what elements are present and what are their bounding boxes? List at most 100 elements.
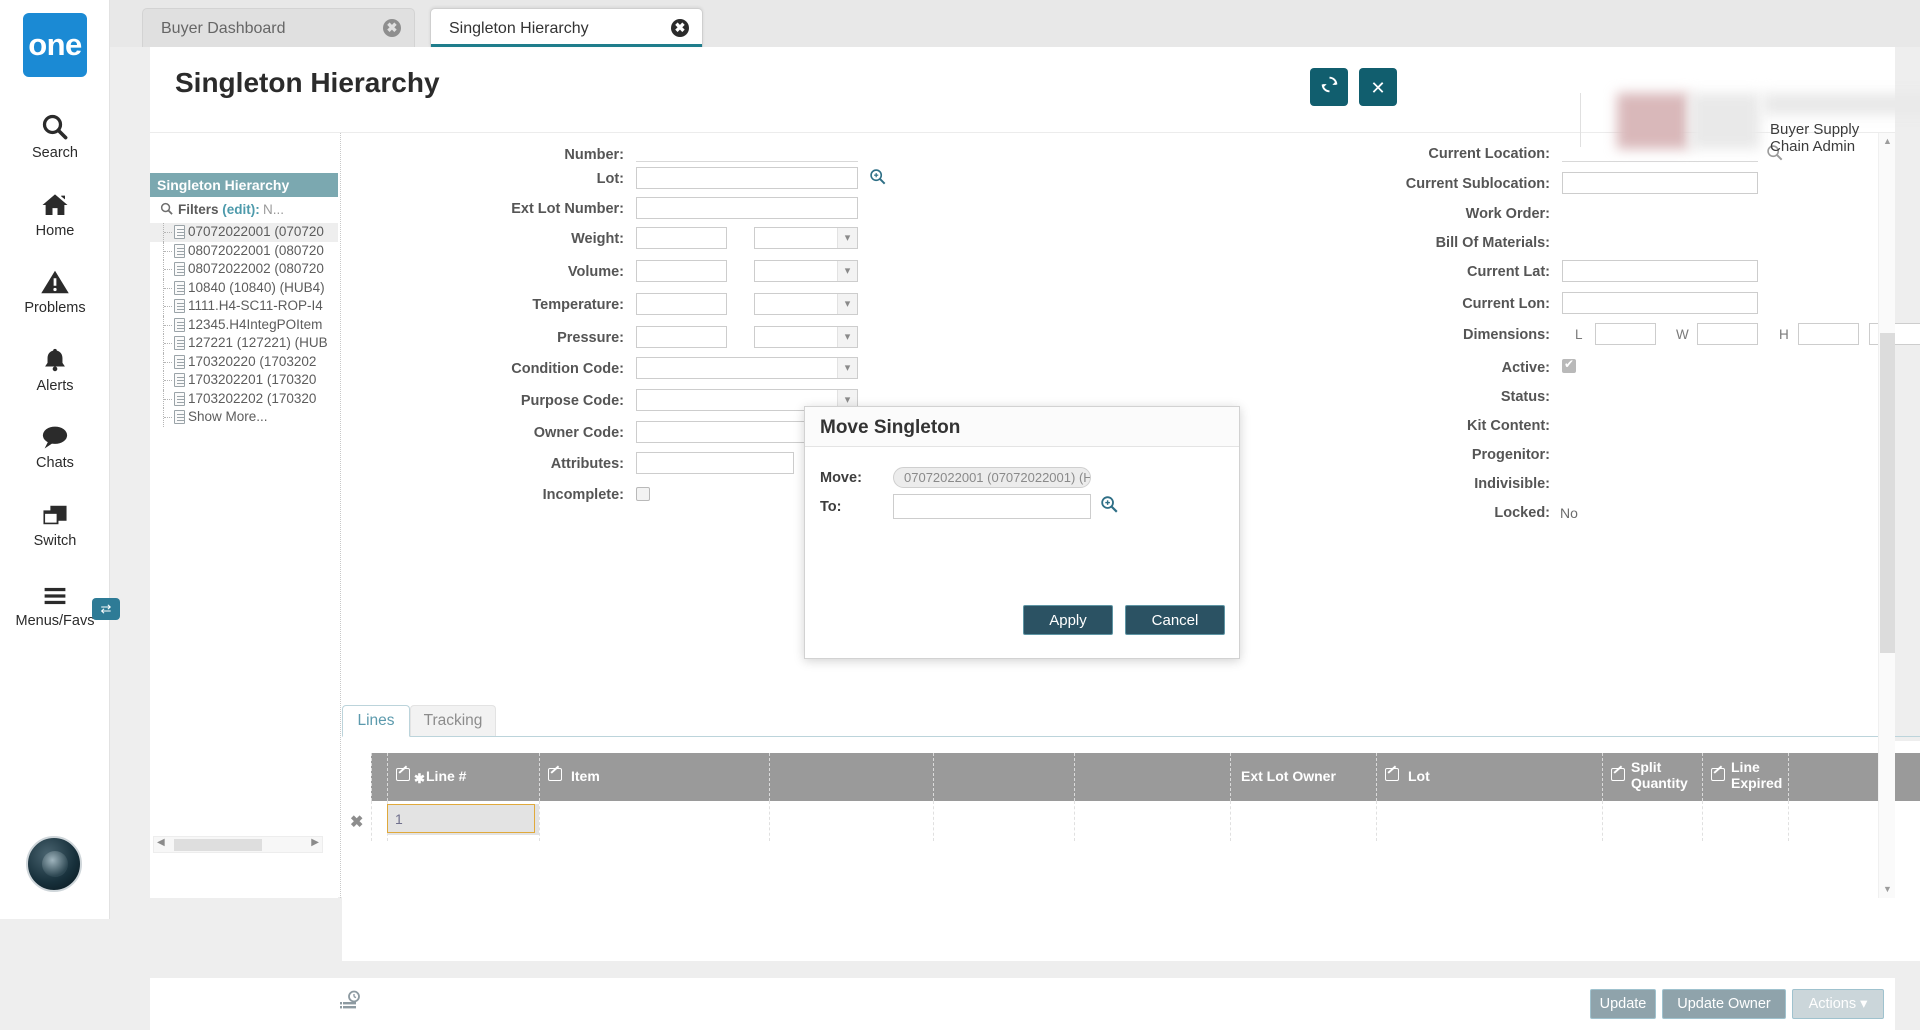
table-row[interactable]: ✖ bbox=[342, 801, 1920, 841]
field-label-current-lon: Current Lon: bbox=[1462, 296, 1550, 312]
rail-item-switch[interactable]: Switch bbox=[0, 498, 110, 549]
rail-item-home[interactable]: Home bbox=[0, 188, 110, 239]
field-label-current-lat: Current Lat: bbox=[1467, 264, 1550, 280]
field-weight-input[interactable] bbox=[636, 227, 727, 249]
field-condition-code-select[interactable] bbox=[636, 357, 858, 379]
filters-label: Filters (edit): bbox=[178, 202, 260, 217]
rail-label: Switch bbox=[33, 533, 77, 549]
tree-item-show-more[interactable]: Show More... bbox=[150, 408, 338, 427]
scrollbar-thumb[interactable] bbox=[174, 839, 262, 851]
tree-connector bbox=[163, 260, 174, 279]
field-lot-input[interactable] bbox=[636, 167, 858, 189]
cell-divider bbox=[1788, 801, 1789, 841]
field-dimension-height-input[interactable] bbox=[1798, 323, 1859, 345]
rail-item-search[interactable]: Search bbox=[0, 110, 110, 161]
field-incomplete-checkbox[interactable] bbox=[636, 487, 650, 501]
user-avatar[interactable] bbox=[26, 836, 82, 892]
tree-item[interactable]: 127221 (127221) (HUB bbox=[150, 334, 338, 353]
tree-item-label: 1111.H4-SC11-ROP-I4 bbox=[188, 298, 323, 313]
tree-connector bbox=[163, 408, 174, 427]
tree-item[interactable]: 170320220 (1703202 bbox=[150, 352, 338, 371]
grid-header-lot[interactable]: Lot bbox=[1376, 753, 1602, 801]
field-number[interactable] bbox=[636, 143, 858, 162]
field-temperature-unit-select[interactable] bbox=[754, 293, 858, 315]
tree-list[interactable]: 07072022001 (070720 08072022001 (080720 … bbox=[150, 223, 338, 833]
left-navigation-rail: one Search Home Problems Alerts Chats Sw… bbox=[0, 0, 120, 919]
tree-item[interactable]: 10840 (10840) (HUB4) bbox=[150, 278, 338, 297]
grid-header-split-quantity[interactable]: Split Quantity bbox=[1602, 753, 1702, 801]
field-dimension-length-input[interactable] bbox=[1595, 323, 1656, 345]
rail-item-chats[interactable]: Chats bbox=[0, 420, 110, 471]
grid-header-col-5[interactable] bbox=[1074, 753, 1230, 801]
delete-row-icon[interactable]: ✖ bbox=[350, 812, 363, 832]
content-vertical-scrollbar[interactable]: ▲ ▼ bbox=[1878, 133, 1895, 898]
field-active-checkbox[interactable] bbox=[1562, 357, 1576, 373]
scroll-left-icon[interactable]: ◀ bbox=[157, 837, 165, 848]
update-owner-button[interactable]: Update Owner bbox=[1662, 989, 1786, 1019]
rail-item-problems[interactable]: Problems bbox=[0, 265, 110, 316]
grid-header-ext-lot-owner[interactable]: Ext Lot Owner bbox=[1230, 753, 1376, 801]
field-ext-lot-number-input[interactable] bbox=[636, 197, 858, 219]
field-temperature-input[interactable] bbox=[636, 293, 727, 315]
cell-divider bbox=[1602, 801, 1603, 841]
close-icon[interactable]: ✖ bbox=[671, 19, 689, 37]
cell-divider bbox=[1376, 801, 1377, 841]
tree-item[interactable]: 1703202201 (170320 bbox=[150, 371, 338, 390]
field-current-sublocation-input[interactable] bbox=[1562, 172, 1758, 194]
field-volume-unit-select[interactable] bbox=[754, 260, 858, 282]
tree-item[interactable]: 08072022001 (080720 bbox=[150, 241, 338, 260]
refresh-button[interactable] bbox=[1310, 68, 1348, 106]
one-logo[interactable]: one bbox=[23, 13, 87, 77]
field-weight-unit-select[interactable] bbox=[754, 227, 858, 249]
field-volume-input[interactable] bbox=[636, 260, 727, 282]
field-dimension-width-input[interactable] bbox=[1697, 323, 1758, 345]
grid-header-item[interactable]: Item bbox=[539, 753, 769, 801]
rail-item-alerts[interactable]: Alerts bbox=[0, 343, 110, 394]
tab-tracking[interactable]: Tracking bbox=[410, 705, 496, 737]
tree-item[interactable]: 08072022002 (080720 bbox=[150, 260, 338, 279]
lines-tracking-tabs: Lines Tracking bbox=[342, 705, 1892, 737]
page-title: Singleton Hierarchy bbox=[175, 67, 440, 98]
update-button[interactable]: Update bbox=[1590, 989, 1656, 1019]
tree-horizontal-scrollbar[interactable]: ◀ ▶ bbox=[153, 836, 323, 853]
grid-header-col-4[interactable] bbox=[933, 753, 1074, 801]
grid-header-col-end[interactable] bbox=[1788, 753, 1920, 801]
switch-toggle-badge[interactable]: ⇄ bbox=[92, 598, 120, 620]
cell-line-number-input[interactable] bbox=[387, 804, 535, 833]
scroll-right-icon[interactable]: ▶ bbox=[311, 837, 319, 848]
tree-item[interactable]: 07072022001 (070720 bbox=[150, 223, 338, 242]
audit-trail-icon[interactable] bbox=[340, 990, 362, 1010]
tree-item[interactable]: 12345.H4IntegPOItem bbox=[150, 315, 338, 334]
field-current-lat-input[interactable] bbox=[1562, 260, 1758, 282]
move-singleton-dialog: Move Singleton Move: 07072022001 (070720… bbox=[804, 406, 1240, 659]
scrollbar-thumb[interactable] bbox=[1880, 333, 1895, 653]
scroll-down-icon[interactable]: ▼ bbox=[1879, 881, 1896, 898]
search-icon[interactable] bbox=[869, 168, 886, 185]
grid-header-col-3[interactable] bbox=[769, 753, 933, 801]
dialog-apply-button[interactable]: Apply bbox=[1023, 605, 1113, 635]
close-icon[interactable]: ✖ bbox=[383, 19, 401, 37]
search-icon bbox=[160, 202, 173, 218]
tab-lines[interactable]: Lines bbox=[342, 705, 410, 737]
grid-header-line-number[interactable]: ✱ Line # bbox=[387, 753, 539, 801]
field-pressure-unit-select[interactable] bbox=[754, 326, 858, 348]
tab-singleton-hierarchy[interactable]: Singleton Hierarchy ✖ bbox=[430, 8, 703, 47]
tree-item[interactable]: 1111.H4-SC11-ROP-I4 bbox=[150, 297, 338, 316]
close-page-button[interactable]: ✕ bbox=[1359, 68, 1397, 106]
dialog-cancel-button[interactable]: Cancel bbox=[1125, 605, 1225, 635]
field-label-kit-content: Kit Content: bbox=[1467, 418, 1550, 434]
filters-edit-link[interactable]: (edit): bbox=[222, 202, 260, 217]
field-current-lon-input[interactable] bbox=[1562, 292, 1758, 314]
grid-header-line-expired[interactable]: Line Expired bbox=[1702, 753, 1788, 801]
tab-buyer-dashboard[interactable]: Buyer Dashboard ✖ bbox=[142, 8, 415, 47]
grid-header-row: ✱ Line # Item Ext Lot Owner Lot Split Qu… bbox=[342, 753, 1920, 801]
grid-header-left-gap bbox=[342, 753, 371, 801]
dialog-to-input[interactable] bbox=[893, 494, 1091, 519]
actions-dropdown-button[interactable]: Actions ▾ bbox=[1792, 989, 1884, 1019]
field-pressure-input[interactable] bbox=[636, 326, 727, 348]
field-attributes-input[interactable] bbox=[636, 452, 794, 474]
dialog-title: Move Singleton bbox=[820, 417, 961, 438]
search-icon[interactable] bbox=[1100, 495, 1118, 518]
tree-item[interactable]: 1703202202 (170320 bbox=[150, 389, 338, 408]
edit-pencil-icon bbox=[1711, 768, 1725, 781]
